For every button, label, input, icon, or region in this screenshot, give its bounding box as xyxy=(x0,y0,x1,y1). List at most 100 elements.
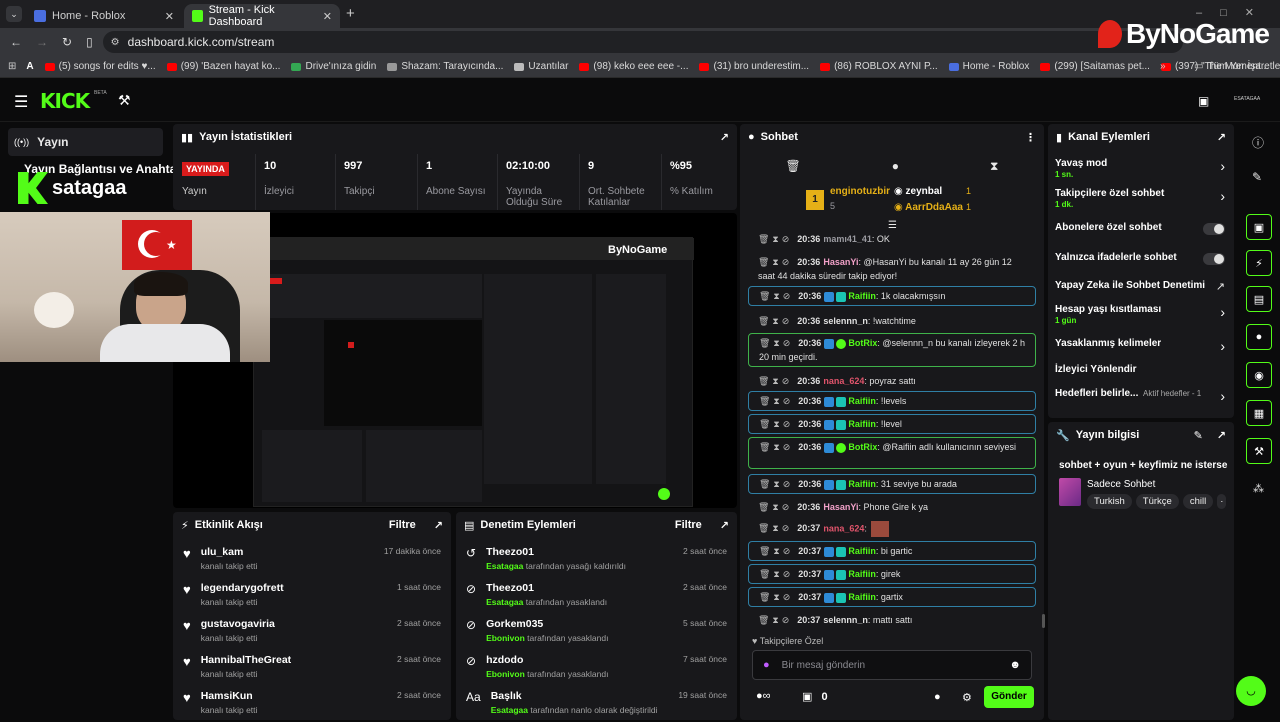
tab-search-button[interactable]: ⌄ xyxy=(6,6,22,22)
chat-message[interactable]: 🗑⧗⊘ 20:36 Raifiin: !level xyxy=(748,414,1036,434)
more-options-icon[interactable]: ⋮ xyxy=(1025,131,1036,144)
support-headset-icon[interactable]: ◡ xyxy=(1236,676,1266,706)
bookmark-item[interactable]: (99) 'Bazen hayat ko... xyxy=(166,61,280,72)
menu-icon[interactable]: ☰ xyxy=(14,92,28,112)
info-icon[interactable]: ⓘ xyxy=(1252,134,1264,151)
points-icon[interactable]: ●∞ xyxy=(756,690,771,702)
tag-overflow[interactable]: · xyxy=(1217,494,1227,509)
mod-actions-icons[interactable]: 🗑⧗⊘ xyxy=(759,442,793,452)
mod-actions-icons[interactable]: 🗑⧗⊘ xyxy=(759,592,793,602)
chat-input[interactable]: ● Bir mesaj gönderin ☻ xyxy=(752,650,1032,680)
bookmark-item[interactable]: Uzantılar xyxy=(514,61,568,72)
tag[interactable]: chill xyxy=(1182,494,1214,509)
toggle-switch[interactable] xyxy=(1203,223,1225,235)
bookmark-a[interactable]: A xyxy=(26,61,33,72)
bookmark-item[interactable]: Home - Roblox xyxy=(948,61,1029,72)
chat-message[interactable]: 🗑⧗⊘ 20:36 HasanYi: @HasanYi bu kanalı 11 a… xyxy=(748,253,1036,285)
chat-message[interactable]: 🗑⧗⊘ 20:36 Raifiin: 31 seviye bu arada xyxy=(748,474,1036,494)
microphone-icon[interactable]: ● xyxy=(763,659,770,671)
sidebar-item-stream[interactable]: ((•)) Yayın xyxy=(8,128,163,156)
chat-message[interactable]: 🗑⧗⊘ 20:36 BotRix: @selennn_n bu kanalı izl… xyxy=(748,333,1036,367)
back-icon[interactable]: ← xyxy=(10,35,22,49)
chat-username[interactable]: BotRix xyxy=(848,338,877,348)
all-bookmarks-folder[interactable]: ▭ Tüm Yer İşaretleri xyxy=(1194,61,1280,72)
channel-action-item[interactable]: Hedefleri belirle... Aktif hedefler - 1 › xyxy=(1055,388,1227,416)
storage-button-icon[interactable]: ▦ xyxy=(1246,400,1272,426)
tag[interactable]: Türkçe xyxy=(1135,494,1179,509)
chat-username[interactable]: nana_624 xyxy=(823,376,864,386)
mod-actions-icons[interactable]: 🗑⧗⊘ xyxy=(759,396,793,406)
mod-actions-icons[interactable]: 🗑⧗⊘ xyxy=(759,338,793,348)
chat-message[interactable]: 🗑⧗⊘ 20:36 mamı41_41: OK xyxy=(748,230,1036,248)
bookmark-item[interactable]: Drive'ınıza gidin xyxy=(291,61,376,72)
mod-actions-icons[interactable]: 🗑⧗⊘ xyxy=(759,291,793,301)
kick-logo[interactable]: KICK xyxy=(40,89,90,113)
site-info-icon[interactable]: ⚙ xyxy=(111,37,120,48)
popout-icon[interactable]: ↗ xyxy=(1217,429,1226,442)
reload-icon[interactable]: ↻ xyxy=(62,35,72,49)
external-link-icon[interactable]: ↗ xyxy=(1216,280,1225,293)
chat-message[interactable]: 🗑⧗⊘ 20:36 nana_624: poyraz sattı xyxy=(748,372,1036,390)
mod-actions-icons[interactable]: 🗑⧗⊘ xyxy=(759,419,793,429)
chat-message[interactable]: 🗑⧗⊘ 20:37 selennn_n: mattı sattı xyxy=(748,611,1036,629)
document-button-icon[interactable]: ▤ xyxy=(1246,286,1272,312)
send-button[interactable]: Gönder xyxy=(984,686,1034,708)
broadcast-button-icon[interactable]: ◉ xyxy=(1246,362,1272,388)
chat-username[interactable]: nana_624 xyxy=(823,523,864,533)
channel-action-item[interactable]: Abonelere özel sohbet xyxy=(1055,222,1227,250)
hourglass-icon[interactable]: ⧗ xyxy=(990,159,998,174)
activity-filter-button[interactable]: Filtre xyxy=(389,519,416,531)
apps-icon[interactable]: ⊞ xyxy=(8,61,16,72)
category-name[interactable]: Sadece Sohbet xyxy=(1087,479,1155,490)
chat-username[interactable]: Raifiin xyxy=(848,479,876,489)
chat-username[interactable]: HasanYi xyxy=(823,502,858,512)
close-icon[interactable]: ✕ xyxy=(323,10,332,23)
chat-message[interactable]: 🗑⧗⊘ 20:36 Raifiin: 1k olacakmışsın xyxy=(748,286,1036,306)
chevron-right-icon[interactable]: › xyxy=(1220,388,1225,404)
chat-username[interactable]: mamı41_41 xyxy=(823,234,872,244)
chat-username[interactable]: Raifiin xyxy=(848,592,876,602)
gifter-name[interactable]: enginotuzbir xyxy=(830,186,890,197)
chat-settings-bubble-icon[interactable]: ● xyxy=(934,691,941,703)
mod-actions-icons[interactable]: 🗑⧗⊘ xyxy=(759,569,793,579)
mod-actions-icons[interactable]: 🗑⧗⊘ xyxy=(759,479,793,489)
clip-button-icon[interactable]: ▣ xyxy=(1246,214,1272,240)
more-apps-icon[interactable]: ⁂ xyxy=(1253,482,1264,495)
tag[interactable]: Turkish xyxy=(1087,494,1132,509)
chat-username[interactable]: Raifiin xyxy=(848,569,876,579)
chat-username[interactable]: Raifiin xyxy=(848,396,876,406)
chat-username[interactable]: BotRix xyxy=(848,442,877,452)
chevron-right-icon[interactable]: › xyxy=(1220,158,1225,174)
mod-actions-icons[interactable]: 🗑⧗⊘ xyxy=(758,615,792,625)
bookmark-item[interactable]: (299) [Saitamas pet... xyxy=(1040,61,1150,72)
toggle-switch[interactable] xyxy=(1203,253,1225,265)
bookmark-item[interactable]: (31) bro underestim... xyxy=(699,61,809,72)
emoji-icon[interactable]: ☻ xyxy=(1009,659,1021,671)
chat-message[interactable]: 🗑⧗⊘ 20:36 Raifiin: !levels xyxy=(748,391,1036,411)
chat-username[interactable]: HasanYi xyxy=(823,257,858,267)
mod-actions-icons[interactable]: 🗑⧗⊘ xyxy=(758,376,792,386)
channel-action-item[interactable]: Takipçilere özel sohbet 1 dk. › xyxy=(1055,188,1227,216)
more-bookmarks-icon[interactable]: » xyxy=(1160,61,1166,72)
chevron-right-icon[interactable]: › xyxy=(1220,188,1225,204)
chat-message[interactable]: 🗑⧗⊘ 20:37 Raifiin: gartix xyxy=(748,587,1036,607)
wrench-button-icon[interactable]: ⚒ xyxy=(1246,438,1272,464)
mod-actions-icons[interactable]: 🗑⧗⊘ xyxy=(759,546,793,556)
mod-actions-icons[interactable]: 🗑⧗⊘ xyxy=(758,523,792,533)
channel-action-item[interactable]: Yavaş mod 1 sn. › xyxy=(1055,158,1227,186)
trash-icon[interactable]: 🗑 xyxy=(786,159,801,173)
mod-actions-icons[interactable]: 🗑⧗⊘ xyxy=(758,234,792,244)
channel-points[interactable]: ▣ 0 xyxy=(802,690,828,703)
popout-icon[interactable]: ↗ xyxy=(434,519,443,532)
channel-action-item[interactable]: Yalnızca ifadelerle sohbet xyxy=(1055,252,1227,280)
chat-username[interactable]: selennn_n xyxy=(823,316,868,326)
tab-roblox[interactable]: Home - Roblox ✕ xyxy=(26,4,182,28)
chat-message[interactable]: 🗑⧗⊘ 20:36 BotRix: @Raifiin adlı kullanıcın… xyxy=(748,437,1036,469)
account-label[interactable]: ESATAGAA xyxy=(1234,96,1260,102)
mod-actions-icons[interactable]: 🗑⧗⊘ xyxy=(758,257,792,267)
bookmark-item[interactable]: (86) ROBLOX AYNI P... xyxy=(820,61,938,72)
gifter-name[interactable]: ◉ zeynbal xyxy=(894,186,942,197)
bookmark-item[interactable]: (5) songs for edits ♥... xyxy=(44,61,156,72)
chat-message[interactable]: 🗑⧗⊘ 20:37 Raifiin: bi gartic xyxy=(748,541,1036,561)
pencil-icon[interactable]: ✎ xyxy=(1252,170,1262,184)
